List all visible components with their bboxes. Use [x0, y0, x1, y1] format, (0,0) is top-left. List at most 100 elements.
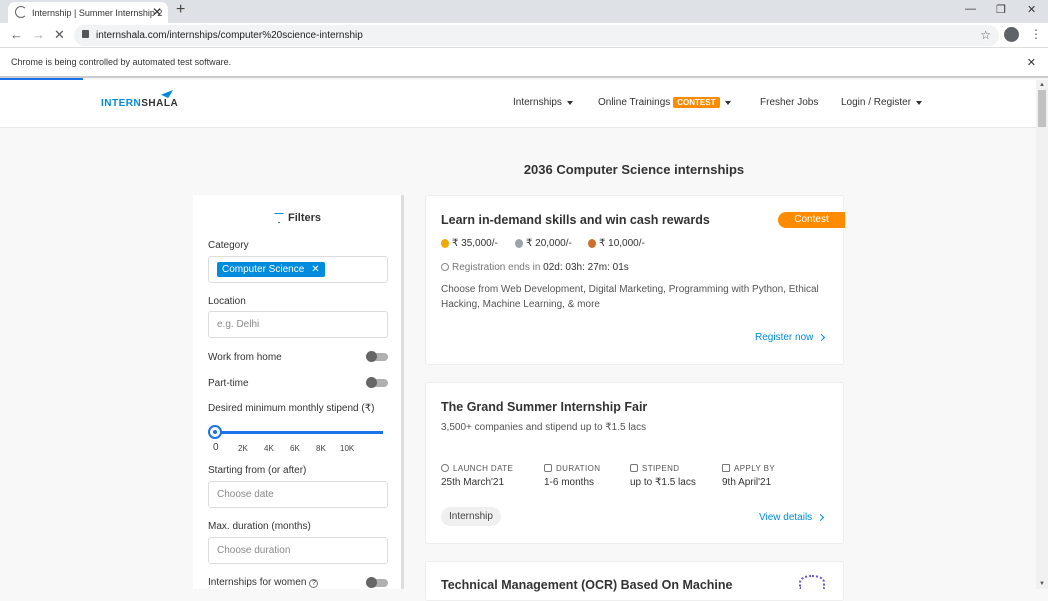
apply-by-label: APPLY BY [722, 464, 775, 473]
address-bar-row: ← → ✕ internshala.com/internships/comput… [0, 23, 1048, 48]
loading-spinner-icon [15, 6, 27, 18]
nav-trainings-label: Online Trainings [598, 97, 671, 108]
stipend-tick: 4K [264, 444, 274, 453]
view-details-link[interactable]: View details [759, 512, 825, 523]
stipend-tick: 6K [290, 444, 300, 453]
silver-medal-icon [515, 239, 523, 248]
apply-by-value: 9th April'21 [722, 477, 772, 488]
internship-card[interactable]: Technical Management (OCR) Based On Mach… [425, 561, 844, 601]
filters-title: Filters [288, 212, 322, 224]
stipend-slider-handle[interactable] [208, 425, 222, 439]
filters-panel: Filters Category Computer Science ✕ Loca… [193, 195, 404, 589]
starting-label: Starting from (or after) [208, 465, 307, 476]
window-close-icon[interactable]: ✕ [1027, 3, 1036, 16]
prize-gold-value: ₹ 35,000/- [452, 238, 498, 249]
stop-loading-icon[interactable]: ✕ [54, 27, 65, 43]
bookmark-star-icon[interactable]: ☆ [980, 28, 991, 42]
category-chip-label: Computer Science [222, 264, 305, 275]
nav-fresher-jobs[interactable]: Fresher Jobs [760, 97, 818, 108]
bronze-medal-icon [588, 239, 596, 248]
internship-card-title: Technical Management (OCR) Based On Mach… [441, 578, 733, 592]
company-logo-icon [799, 575, 825, 589]
clock-icon [441, 263, 449, 271]
minimize-icon[interactable]: — [965, 3, 976, 15]
tab-title: Internship | Summer Internship 2 [32, 7, 163, 18]
gold-medal-icon [441, 239, 449, 248]
hourglass-icon [722, 464, 730, 472]
category-label: Category [208, 240, 249, 251]
starting-date-input[interactable]: Choose date [208, 481, 388, 508]
parttime-toggle[interactable] [366, 377, 388, 388]
scroll-down-icon[interactable]: ▼ [1039, 581, 1045, 587]
forward-arrow-icon[interactable]: → [32, 27, 45, 42]
category-input[interactable]: Computer Science ✕ [208, 256, 388, 283]
prize-silver-value: ₹ 20,000/- [526, 238, 572, 249]
women-label-text: Internships for women [208, 577, 307, 588]
play-circle-icon [441, 464, 449, 472]
women-toggle[interactable] [366, 577, 388, 588]
duration-label: Max. duration (months) [208, 521, 311, 532]
site-header: INTERNSHALA Internships Online Trainings… [0, 80, 1036, 128]
internship-tag: Internship [441, 507, 501, 526]
fair-subtitle: 3,500+ companies and stipend up to ₹1.5 … [441, 422, 647, 433]
profile-avatar-icon[interactable] [1004, 27, 1019, 42]
duration-input[interactable]: Choose duration [208, 537, 388, 564]
stipend-tick: 10K [340, 444, 355, 453]
contest-card: Learn in-demand skills and win cash rewa… [425, 195, 845, 365]
stipend-slider-track[interactable] [209, 431, 383, 434]
automation-infobar: Chrome is being controlled by automated … [0, 48, 1048, 78]
nav-internships-label: Internships [513, 97, 562, 108]
url-omnibox[interactable]: internshala.com/internships/computer%20s… [74, 25, 999, 46]
filters-heading: Filters [274, 212, 321, 224]
browser-tab[interactable]: Internship | Summer Internship 2 ✕ [8, 2, 168, 23]
parttime-label: Part-time [208, 378, 249, 389]
nav-fresher-jobs-label: Fresher Jobs [760, 97, 819, 108]
scroll-up-icon[interactable]: ▲ [1039, 82, 1045, 88]
infobar-text: Chrome is being controlled by automated … [11, 57, 232, 67]
nav-internships[interactable]: Internships [513, 97, 573, 108]
infobar-close-icon[interactable]: ✕ [1027, 56, 1036, 69]
chip-remove-icon[interactable]: ✕ [311, 264, 319, 275]
new-tab-icon[interactable]: + [176, 1, 185, 19]
internshala-logo[interactable]: INTERNSHALA [101, 90, 178, 109]
page-title: 2036 Computer Science internships [523, 162, 745, 177]
stipend-tick: 2K [238, 444, 248, 453]
logo-text-intern: INTERN [101, 98, 142, 109]
filter-funnel-icon [274, 213, 284, 223]
stipend-value: up to ₹1.5 lacs [630, 477, 696, 488]
register-now-link[interactable]: Register now [755, 332, 826, 343]
registration-time: 02d: 03h: 27m: 01s [543, 262, 629, 273]
chevron-right-icon [817, 513, 825, 522]
browser-menu-icon[interactable]: ⋮ [1030, 27, 1042, 41]
caret-down-icon [916, 100, 923, 105]
stipend-label: STIPEND [630, 464, 679, 473]
restore-icon[interactable]: ❐ [996, 3, 1006, 16]
wfh-toggle[interactable] [366, 351, 388, 362]
back-arrow-icon[interactable]: ← [10, 27, 23, 42]
help-question-icon[interactable]: ? [309, 579, 319, 588]
stipend-tick: 0 [213, 442, 219, 453]
caret-down-icon [566, 100, 573, 105]
view-details-label: View details [759, 512, 813, 523]
internship-fair-card[interactable]: The Grand Summer Internship Fair 3,500+ … [425, 382, 844, 544]
calendar-icon [544, 464, 552, 472]
nav-online-trainings[interactable]: Online Trainings CONTEST [598, 97, 731, 108]
chevron-right-icon [818, 333, 826, 342]
nav-login-label: Login / Register [841, 97, 912, 108]
contest-description: Choose from Web Development, Digital Mar… [441, 284, 819, 310]
launch-date-label: LAUNCH DATE [441, 464, 513, 473]
page-scrollbar[interactable]: ▲ ▼ [1036, 80, 1048, 589]
location-input[interactable]: e.g. Delhi [208, 311, 388, 338]
prize-bronze: ₹ 10,000/- [588, 238, 645, 249]
duration-label: DURATION [544, 464, 600, 473]
scrollbar-thumb[interactable] [1038, 90, 1046, 127]
browser-tab-strip: Internship | Summer Internship 2 ✕ + — ❐… [0, 0, 1048, 23]
nav-login-register[interactable]: Login / Register [841, 97, 923, 108]
url-text: internshala.com/internships/computer%20s… [96, 30, 363, 41]
contest-badge: CONTEST [673, 97, 720, 108]
paper-plane-icon [161, 90, 173, 98]
stipend-label-text: STIPEND [642, 464, 680, 473]
prize-silver: ₹ 20,000/- [515, 238, 572, 249]
close-tab-icon[interactable]: ✕ [152, 5, 162, 19]
stipend-label: Desired minimum monthly stipend (₹) [208, 403, 375, 414]
